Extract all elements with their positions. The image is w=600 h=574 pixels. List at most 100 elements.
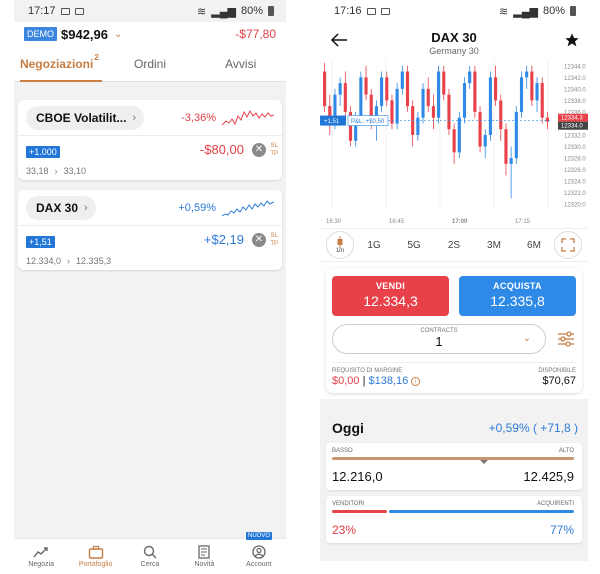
- buyers-value: 77%: [549, 523, 574, 537]
- candle-icon: [337, 236, 343, 248]
- trend-icon: [33, 547, 48, 558]
- account-selector[interactable]: DEMO $942,96 ⌄: [24, 27, 122, 42]
- trade-panel: VENDI 12.334,3 ACQUISTA 12.335,8 CONTRAC…: [326, 268, 582, 393]
- nav-portafoglio[interactable]: Portafoglio: [68, 539, 122, 574]
- timeframe-selector: 1m 1G 5G 2S 3M 6M: [320, 228, 588, 262]
- account-icon: [252, 545, 266, 559]
- y-tick-label: 12322.0: [564, 191, 586, 197]
- candle-body: [514, 111, 518, 159]
- current-price: 12.335,3: [76, 256, 112, 266]
- sell-price: 12.334,3: [363, 293, 418, 309]
- battery-text: 80%: [542, 5, 565, 17]
- candlestick-chart[interactable]: 12344.012342.012340.012338.012336.012334…: [320, 58, 588, 228]
- current-price: 33,10: [63, 166, 87, 176]
- chevron-right-icon: ›: [84, 201, 88, 214]
- position-card[interactable]: CBOE Volatilit... › -3,36% +1.000 33,18 …: [18, 100, 282, 180]
- new-badge: NUOVO: [246, 532, 273, 540]
- timeframe-5g[interactable]: 5G: [394, 240, 434, 251]
- fullscreen-button[interactable]: [554, 231, 582, 259]
- price-chart[interactable]: 12344.012342.012340.012338.012336.012334…: [320, 58, 588, 228]
- tp-label: TP: [270, 151, 278, 157]
- sl-label: SL: [270, 143, 278, 149]
- active-tab-indicator: [20, 80, 102, 82]
- section-divider: [320, 399, 588, 413]
- daily-change: -3,36%: [181, 111, 216, 124]
- instrument-title: DAX 30 Germany 30: [320, 30, 588, 56]
- news-icon: [198, 545, 211, 559]
- close-position-icon[interactable]: ✕: [252, 143, 266, 157]
- nav-novita[interactable]: Novità: [177, 539, 231, 574]
- x-tick-label: 16:45: [389, 219, 405, 225]
- chevron-right-icon: ›: [67, 256, 71, 266]
- margin-value: $0,00: [332, 375, 360, 387]
- page-subtitle: Germany 30: [429, 46, 479, 56]
- candle-body: [452, 129, 456, 153]
- candle-body: [385, 77, 389, 101]
- candle-body: [525, 71, 529, 78]
- nav-negozia[interactable]: Negozia: [14, 539, 68, 574]
- candle-interval-button[interactable]: 1m: [326, 231, 354, 259]
- timeframe-6m[interactable]: 6M: [514, 240, 554, 251]
- wifi-icon: ≋: [499, 5, 509, 18]
- instrument-name: DAX 30: [36, 200, 79, 215]
- position-details: +1.000 33,18 › 33,10 -$80,00 ✕ SL TP: [18, 136, 282, 180]
- candle-body: [488, 77, 492, 135]
- buyers-bar: [389, 510, 574, 513]
- x-tick-label: 17:15: [515, 219, 531, 225]
- total-pl: -$77,80: [235, 27, 276, 41]
- timeframe-3m[interactable]: 3M: [474, 240, 514, 251]
- candle-body: [473, 71, 477, 112]
- tab-negoziazioni[interactable]: Negoziazioni 2: [14, 46, 105, 81]
- low-value: 12.216,0: [332, 469, 383, 484]
- buyers-label: ACQUIRENTI: [536, 501, 574, 507]
- buy-button[interactable]: ACQUISTA 12.335,8: [459, 276, 576, 316]
- close-position-icon[interactable]: ✕: [252, 233, 266, 247]
- instrument-pill[interactable]: CBOE Volatilit... ›: [26, 105, 145, 130]
- tab-label: Ordini: [134, 56, 167, 71]
- sl-tp-indicator[interactable]: SL TP: [270, 232, 278, 248]
- nav-cerca[interactable]: Cerca: [123, 539, 177, 574]
- nav-account[interactable]: NUOVO Account: [232, 532, 286, 574]
- timeframe-1g[interactable]: 1G: [354, 240, 394, 251]
- position-pl: +$2,19: [203, 232, 244, 247]
- chevron-down-icon: ⌄: [522, 333, 531, 344]
- position-qty-text: +1,51: [324, 119, 340, 125]
- chevron-right-icon: ›: [132, 111, 137, 124]
- daily-change: +0,59%: [178, 201, 216, 214]
- briefcase-icon: [88, 545, 103, 559]
- y-tick-label: 12332.0: [564, 134, 586, 140]
- candle-body: [426, 88, 430, 107]
- sell-button[interactable]: VENDI 12.334,3: [332, 276, 449, 316]
- sl-tp-indicator[interactable]: SL TP: [270, 142, 278, 158]
- position-quantity: +1.000: [26, 146, 60, 158]
- candle-body: [535, 83, 539, 101]
- info-icon[interactable]: i: [411, 377, 421, 386]
- candle-body: [343, 83, 347, 112]
- nav-label: Portafoglio: [78, 561, 113, 568]
- instrument-screen: 17:16 ≋ ▂▄▆ 80% DAX 30 Germany 30 12344.…: [320, 0, 588, 574]
- margin-total: $138,16: [368, 375, 409, 387]
- contracts-dropdown[interactable]: CONTRACTS 1 ⌄: [332, 324, 546, 354]
- star-icon[interactable]: [564, 32, 580, 48]
- position-prices: 33,18 › 33,10: [26, 166, 274, 176]
- instrument-pill[interactable]: DAX 30 ›: [26, 195, 96, 220]
- sparkline-chart: [222, 199, 274, 216]
- timeframe-2s[interactable]: 2S: [434, 240, 474, 251]
- candle-body: [380, 77, 384, 107]
- candle-body: [390, 100, 394, 124]
- position-header: DAX 30 › +0,59%: [18, 190, 282, 226]
- y-tick-label: 12330.0: [564, 145, 586, 151]
- demo-badge: DEMO: [24, 27, 57, 41]
- chevron-down-icon: ⌄: [114, 28, 123, 40]
- x-tick-label: 17:00: [452, 219, 468, 225]
- tab-avvisi[interactable]: Avvisi: [195, 46, 286, 81]
- instrument-name: CBOE Volatilit...: [36, 110, 127, 125]
- position-card[interactable]: DAX 30 › +0,59% +1,51 12.334,0 › 12.335,…: [18, 190, 282, 270]
- candle-body: [338, 83, 342, 95]
- tab-label: Negoziazioni: [19, 56, 94, 71]
- candle-body: [431, 106, 435, 118]
- tab-ordini[interactable]: Ordini: [105, 46, 196, 81]
- instrument-header: DAX 30 Germany 30: [320, 22, 588, 58]
- email-icon: [380, 7, 390, 15]
- settings-sliders-icon[interactable]: [556, 329, 576, 349]
